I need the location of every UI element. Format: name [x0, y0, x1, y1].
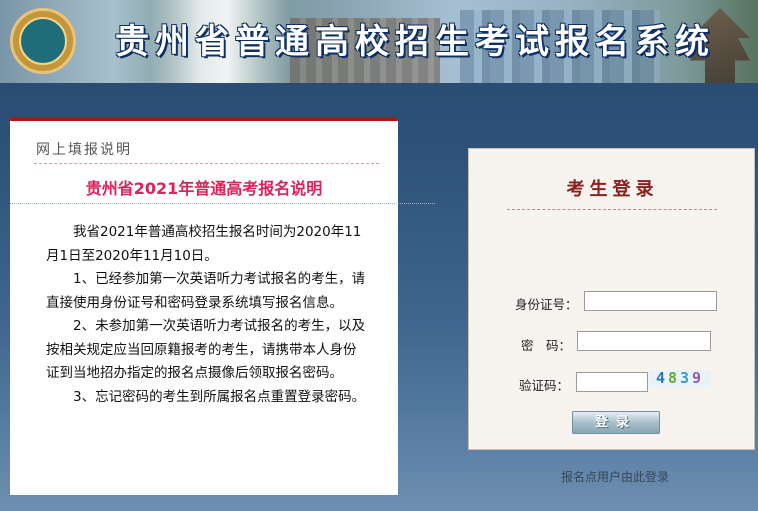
notice-paragraph: 1、已经参加第一次英语听力考试报名的考生，请直接使用身份证号和密码登录系统填写报…	[46, 271, 366, 311]
notice-heading-divider	[34, 163, 379, 164]
notice-title: 贵州省2021年普通高考报名说明	[85, 179, 323, 198]
notice-paragraph: 2、未参加第一次英语听力考试报名的考生，以及按相关规定应当回原籍报考的考生，请携…	[46, 318, 366, 381]
notice-heading: 网上填报说明	[36, 142, 132, 158]
login-title-divider	[507, 209, 717, 210]
id-number-input[interactable]	[584, 291, 717, 311]
captcha-image[interactable]: 4839	[649, 370, 711, 387]
header-banner: 贵州省普通高校招生考试报名系统	[0, 0, 758, 83]
login-panel: 考生登录 身份证号： 密 码： 验证码： 4839 登录	[468, 148, 755, 450]
id-number-label: 身份证号：	[515, 297, 578, 312]
captcha-char: 3	[680, 369, 693, 387]
password-label: 密 码：	[521, 338, 572, 353]
notice-title-divider	[10, 203, 435, 204]
captcha-label: 验证码：	[519, 378, 570, 393]
emblem-inner	[19, 17, 67, 65]
captcha-char: 9	[692, 369, 705, 387]
password-input[interactable]	[577, 331, 711, 351]
captcha-char: 8	[667, 369, 680, 387]
captcha-char: 4	[655, 369, 668, 387]
login-button[interactable]: 登录	[572, 411, 660, 434]
notice-panel: 网上填报说明 贵州省2021年普通高考报名说明 我省2021年普通高校招生报名时…	[10, 117, 435, 495]
notice-body: 我省2021年普通高校招生报名时间为2020年11月1日至2020年11月10日…	[46, 221, 366, 409]
login-title: 考生登录	[566, 179, 659, 200]
site-user-login-link[interactable]: 报名点用户由此登录	[561, 468, 669, 485]
education-emblem-icon	[10, 8, 76, 74]
notice-paragraph: 3、忘记密码的考生到所属报名点重置登录密码。	[73, 388, 366, 405]
system-title: 贵州省普通高校招生考试报名系统	[115, 22, 715, 62]
captcha-input[interactable]	[576, 372, 648, 392]
notice-paragraph: 我省2021年普通高校招生报名时间为2020年11月1日至2020年11月10日…	[46, 224, 362, 264]
